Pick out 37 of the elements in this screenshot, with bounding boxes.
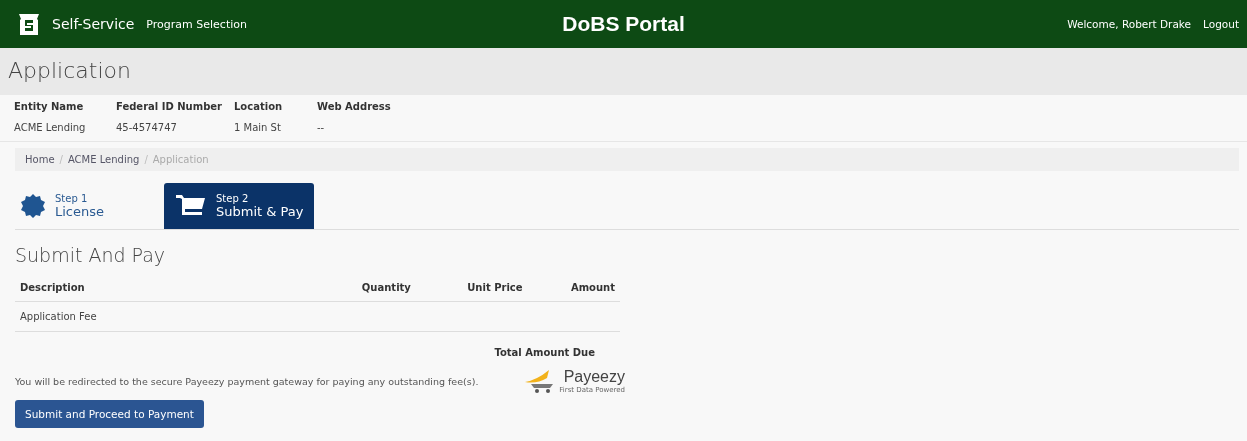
logout-link[interactable]: Logout bbox=[1203, 18, 1239, 30]
entity-value: 1 Main St bbox=[234, 122, 282, 133]
total-label: Total Amount Due bbox=[493, 347, 595, 358]
column-header: Quantity bbox=[315, 274, 416, 302]
step-tab[interactable]: Step 2 Submit & Pay bbox=[164, 183, 314, 229]
badge-icon bbox=[21, 194, 45, 218]
column-header: Amount bbox=[527, 274, 620, 302]
welcome-text: Welcome, Robert Drake bbox=[1067, 18, 1192, 30]
table-cell: Application Fee bbox=[15, 301, 315, 332]
entity-label: Location bbox=[234, 101, 284, 112]
step-tab[interactable]: Step 1 License bbox=[15, 183, 114, 229]
step-number: Step 1 bbox=[55, 193, 89, 204]
entity-label: Entity Name bbox=[14, 101, 85, 112]
payeezy-name: Payeezy bbox=[563, 368, 625, 386]
redirect-notice: You will be redirected to the secure Payeezy payment gateway for paying any outstanding fee(s). bbox=[15, 375, 479, 387]
keystone-logo-icon bbox=[18, 12, 40, 36]
step-label: Submit & Pay bbox=[216, 204, 304, 219]
entity-value: -- bbox=[317, 122, 326, 133]
breadcrumb-separator: / bbox=[144, 154, 148, 165]
entity-label: Web Address bbox=[317, 101, 392, 112]
entity-value: 45-4574747 bbox=[116, 122, 178, 133]
column-header: Unit Price bbox=[415, 274, 528, 302]
step-label: License bbox=[55, 204, 104, 219]
breadcrumb-link[interactable]: ACME Lending bbox=[67, 154, 140, 165]
section-title: Submit And Pay bbox=[15, 244, 167, 266]
entity-value: ACME Lending bbox=[14, 122, 87, 133]
current-page-text: Application bbox=[152, 154, 209, 165]
breadcrumb-separator: / bbox=[59, 154, 63, 165]
brand-name[interactable]: Self-Service bbox=[52, 16, 135, 32]
column-header: Description bbox=[15, 274, 315, 302]
step-number: Step 2 bbox=[216, 193, 250, 204]
submit-button[interactable]: Submit and Proceed to Payment bbox=[15, 400, 204, 428]
breadcrumb-link[interactable]: Home bbox=[25, 154, 55, 165]
portal-title: DoBS Portal bbox=[562, 12, 685, 36]
entity-label: Federal ID Number bbox=[116, 101, 224, 112]
nav-link[interactable]: Program Selection bbox=[146, 17, 247, 31]
page-title: Application bbox=[0, 48, 1247, 95]
